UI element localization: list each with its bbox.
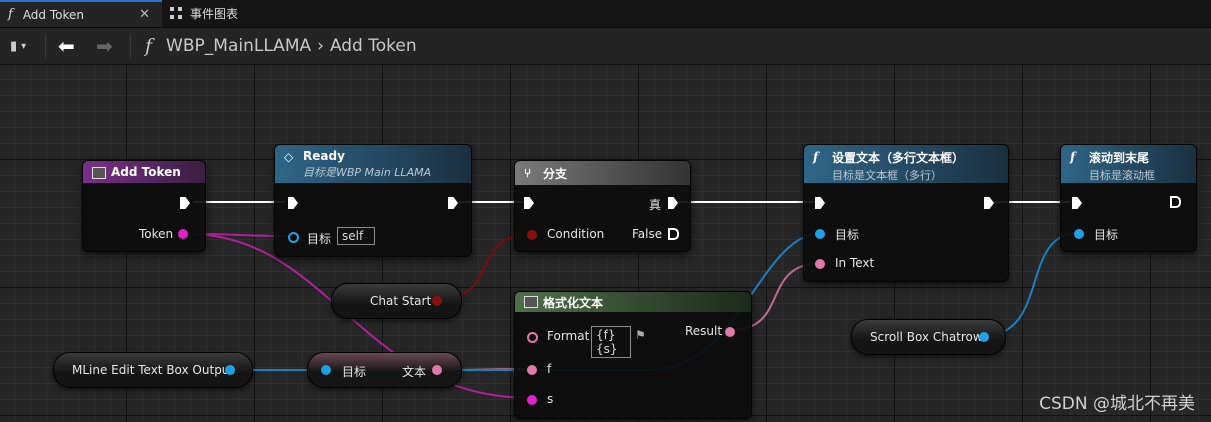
function-icon: ◇ — [284, 150, 294, 164]
node-header: Add Token — [83, 161, 205, 183]
exec-out-pin[interactable] — [448, 197, 458, 209]
watermark: CSDN @城北不再美 — [1039, 394, 1195, 414]
format-text-node[interactable]: 格式化文本 Format {f}{s} ⚑ Result f s — [514, 291, 752, 419]
exec-true-pin[interactable] — [668, 197, 678, 209]
flag-icon[interactable]: ⚑ — [635, 328, 646, 342]
object-out-pin[interactable] — [979, 332, 989, 342]
variable-label: Chat Start — [370, 294, 432, 308]
function-icon — [524, 296, 538, 308]
exec-out-pin[interactable] — [984, 197, 994, 209]
pin-label: s — [547, 392, 554, 406]
node-title: 滚动到末尾 — [1089, 151, 1150, 165]
function-icon — [92, 167, 106, 179]
node-subtitle: 目标是滚动框 — [1089, 169, 1155, 182]
branch-icon: ⑂ — [524, 166, 532, 180]
variable-label: MLine Edit Text Box Output — [72, 363, 235, 377]
target-pin[interactable] — [321, 365, 331, 375]
variable-label: Scroll Box Chatrow — [870, 330, 983, 344]
branch-node[interactable]: ⑂ 分支 真 Condition False — [514, 160, 691, 252]
pin-label: 真 — [649, 198, 662, 212]
node-title: Ready — [303, 149, 345, 163]
node-title: 设置文本（多行文本框） — [832, 151, 965, 165]
pin-label: 目标 — [342, 365, 367, 379]
add-token-node[interactable]: Add Token Token — [82, 160, 206, 252]
node-title: 格式化文本 — [543, 296, 604, 310]
f-pin[interactable] — [527, 365, 537, 375]
target-input[interactable]: self — [337, 227, 375, 245]
object-out-pin[interactable] — [225, 365, 235, 375]
exec-in-pin[interactable] — [288, 197, 298, 209]
target-pin[interactable] — [815, 229, 825, 239]
node-title: Add Token — [111, 165, 181, 179]
pin-label: Result — [685, 324, 723, 338]
node-header: f 滚动到末尾 目标是滚动框 — [1061, 145, 1196, 183]
target-pin[interactable] — [288, 232, 299, 243]
mline-edit-text-box-output-variable-node[interactable]: MLine Edit Text Box Output — [53, 352, 253, 388]
chat-start-variable-node[interactable]: Chat Start — [331, 283, 462, 319]
exec-out-pin[interactable] — [1170, 196, 1181, 208]
ready-node[interactable]: ◇ Ready 目标是WBP Main LLAMA 目标 self — [274, 144, 472, 257]
scroll-to-end-node[interactable]: f 滚动到末尾 目标是滚动框 目标 — [1060, 144, 1197, 252]
target-pin[interactable] — [1074, 229, 1084, 239]
exec-in-pin[interactable] — [1072, 197, 1082, 209]
token-pin[interactable] — [178, 229, 188, 239]
pin-label: Condition — [547, 227, 605, 241]
pin-label: False — [632, 227, 663, 241]
node-header: ◇ Ready 目标是WBP Main LLAMA — [275, 145, 471, 183]
node-header: ⑂ 分支 — [515, 161, 690, 185]
result-pin[interactable] — [725, 327, 735, 337]
exec-in-pin[interactable] — [815, 197, 825, 209]
pin-label: 目标 — [307, 232, 332, 246]
condition-pin[interactable] — [527, 230, 537, 240]
exec-in-pin[interactable] — [524, 197, 534, 209]
node-header: f 设置文本（多行文本框） 目标是文本框（多行） — [804, 145, 1008, 183]
node-title: 分支 — [543, 167, 568, 181]
pin-label: f — [547, 362, 552, 376]
function-icon: f — [813, 150, 819, 164]
exec-out-pin[interactable] — [180, 197, 190, 209]
text-out-pin[interactable] — [432, 365, 442, 375]
pin-label: Format — [547, 329, 590, 343]
get-text-node[interactable]: 目标 文本 — [307, 352, 462, 388]
bool-out-pin[interactable] — [432, 296, 442, 306]
node-header: 格式化文本 — [515, 292, 751, 312]
s-pin[interactable] — [527, 395, 537, 405]
set-text-node[interactable]: f 设置文本（多行文本框） 目标是文本框（多行） 目标 In Text — [803, 144, 1009, 282]
pin-label: 目标 — [835, 228, 860, 242]
pin-label: 目标 — [1094, 228, 1119, 242]
function-icon: f — [1070, 150, 1076, 164]
format-pin[interactable] — [527, 332, 538, 343]
pin-label: 文本 — [402, 365, 427, 379]
scroll-box-chatrow-variable-node[interactable]: Scroll Box Chatrow — [851, 319, 1006, 355]
node-subtitle: 目标是文本框（多行） — [832, 169, 942, 182]
format-input[interactable]: {f}{s} — [591, 326, 631, 358]
pin-label: In Text — [835, 256, 875, 270]
in-text-pin[interactable] — [815, 259, 825, 269]
pin-label: Token — [139, 227, 174, 241]
node-subtitle: 目标是WBP Main LLAMA — [303, 166, 432, 179]
exec-false-pin[interactable] — [668, 228, 679, 240]
